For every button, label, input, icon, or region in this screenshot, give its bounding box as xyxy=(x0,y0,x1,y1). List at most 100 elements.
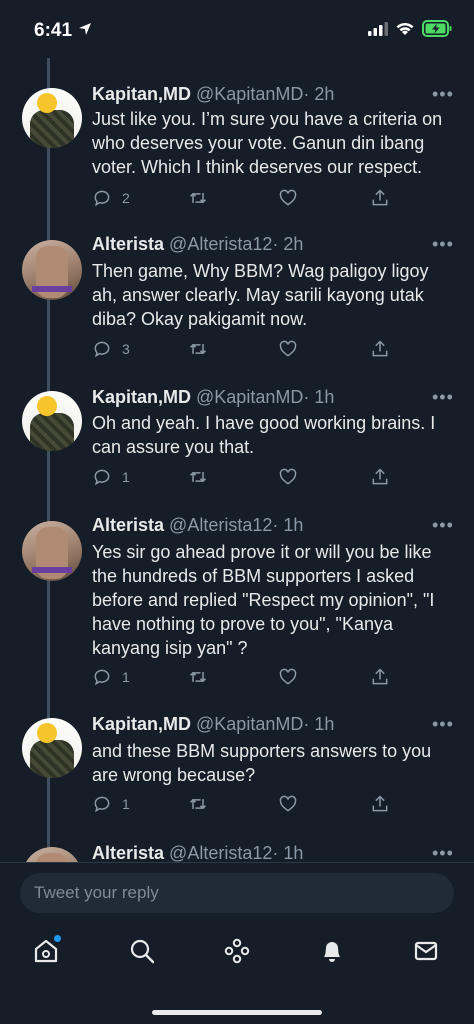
share-button[interactable] xyxy=(370,186,390,210)
reply-icon xyxy=(94,469,110,486)
location-arrow-icon xyxy=(79,23,91,35)
reply-button[interactable]: 1 xyxy=(92,665,130,689)
more-options-icon[interactable]: ••• xyxy=(432,234,454,255)
tweet-actions: 2 xyxy=(92,186,432,210)
tweet-text: Yes sir go ahead prove it or will you be… xyxy=(92,542,435,658)
like-button[interactable] xyxy=(278,665,298,689)
reply-box[interactable] xyxy=(20,873,454,913)
more-options-icon[interactable]: ••• xyxy=(432,515,454,536)
like-button[interactable] xyxy=(278,186,298,210)
more-options-icon[interactable]: ••• xyxy=(432,714,454,735)
retweet-button[interactable] xyxy=(188,465,208,489)
reply-icon xyxy=(94,341,110,358)
share-icon xyxy=(372,468,388,485)
avatar[interactable] xyxy=(22,718,82,778)
handle[interactable]: @KapitanMD xyxy=(196,714,303,734)
timestamp: · 1h xyxy=(272,843,304,862)
reply-count: 1 xyxy=(122,469,130,485)
share-icon xyxy=(372,189,388,206)
tweet-actions: 1 xyxy=(92,465,432,489)
share-icon xyxy=(372,795,388,812)
reply-button[interactable]: 3 xyxy=(92,337,130,361)
like-button[interactable] xyxy=(278,337,298,361)
tweet-actions: 3 xyxy=(92,337,432,361)
divider xyxy=(0,862,474,863)
tweet-header: Alterista @Alterista12· 1h xyxy=(92,843,303,862)
tweet-header: Kapitan,MD @KapitanMD· 2h xyxy=(92,84,334,105)
more-options-icon[interactable]: ••• xyxy=(432,84,454,105)
avatar[interactable] xyxy=(22,88,82,148)
retweet-icon xyxy=(189,343,207,355)
tweet[interactable]: Alterista @Alterista12· 1h ••• xyxy=(0,843,474,862)
display-name[interactable]: Alterista xyxy=(92,515,164,535)
spaces-icon xyxy=(224,938,250,964)
tweet-header: Alterista @Alterista12· 2h xyxy=(92,234,303,255)
reply-count: 3 xyxy=(122,341,130,357)
avatar[interactable] xyxy=(22,391,82,451)
handle[interactable]: @KapitanMD xyxy=(196,84,303,104)
more-options-icon[interactable]: ••• xyxy=(432,843,454,862)
retweet-button[interactable] xyxy=(188,186,208,210)
share-icon xyxy=(372,340,388,357)
reply-input[interactable] xyxy=(20,873,454,913)
share-button[interactable] xyxy=(370,665,390,689)
tweet-header: Kapitan,MD @KapitanMD· 1h xyxy=(92,714,334,735)
display-name[interactable]: Alterista xyxy=(92,234,164,254)
handle[interactable]: @Alterista12 xyxy=(169,843,272,862)
status-bar: 6:41 xyxy=(0,0,474,60)
share-button[interactable] xyxy=(370,465,390,489)
battery-charging-icon xyxy=(422,20,452,37)
avatar[interactable] xyxy=(22,521,82,581)
tweet-text: Oh and yeah. I have good working brains.… xyxy=(92,413,436,457)
more-options-icon[interactable]: ••• xyxy=(432,387,454,408)
handle[interactable]: @Alterista12 xyxy=(169,234,272,254)
heart-icon xyxy=(279,189,297,206)
wifi-icon xyxy=(396,22,414,35)
share-button[interactable] xyxy=(370,792,390,816)
reply-count: 2 xyxy=(122,190,130,206)
display-name[interactable]: Alterista xyxy=(92,843,164,862)
tab-search[interactable] xyxy=(126,935,158,967)
search-icon xyxy=(130,939,155,964)
display-name[interactable]: Kapitan,MD xyxy=(92,714,191,734)
retweet-button[interactable] xyxy=(188,792,208,816)
retweet-button[interactable] xyxy=(188,665,208,689)
home-indicator xyxy=(152,1010,322,1015)
display-name[interactable]: Kapitan,MD xyxy=(92,387,191,407)
retweet-icon xyxy=(189,671,207,683)
timestamp: · 1h xyxy=(303,387,335,407)
handle[interactable]: @KapitanMD xyxy=(196,387,303,407)
share-button[interactable] xyxy=(370,337,390,361)
tweet-actions: 1 xyxy=(92,665,432,689)
status-time: 6:41 xyxy=(34,20,73,41)
signal-icon xyxy=(368,22,388,36)
timestamp: · 2h xyxy=(303,84,335,104)
like-button[interactable] xyxy=(278,465,298,489)
retweet-button[interactable] xyxy=(188,337,208,361)
tab-spaces[interactable] xyxy=(221,935,253,967)
tweet-text: Just like you. I’m sure you have a crite… xyxy=(92,109,443,177)
reply-icon xyxy=(94,796,110,813)
tab-messages[interactable] xyxy=(410,935,442,967)
heart-icon xyxy=(279,468,297,485)
tweet-header: Alterista @Alterista12· 1h xyxy=(92,515,303,536)
notification-dot xyxy=(54,935,61,942)
display-name[interactable]: Kapitan,MD xyxy=(92,84,191,104)
timestamp: · 1h xyxy=(303,714,335,734)
tab-notifications[interactable] xyxy=(316,935,348,967)
retweet-icon xyxy=(189,471,207,483)
reply-button[interactable]: 2 xyxy=(92,186,130,210)
tweet-header: Kapitan,MD @KapitanMD· 1h xyxy=(92,387,334,408)
reply-button[interactable]: 1 xyxy=(92,465,130,489)
avatar[interactable] xyxy=(22,847,82,862)
handle[interactable]: @Alterista12 xyxy=(169,515,272,535)
reply-button[interactable]: 1 xyxy=(92,792,130,816)
like-button[interactable] xyxy=(278,792,298,816)
retweet-icon xyxy=(189,192,207,204)
heart-icon xyxy=(279,795,297,812)
avatar[interactable] xyxy=(22,240,82,300)
timestamp: · 1h xyxy=(272,515,304,535)
tab-bar xyxy=(0,925,474,985)
heart-icon xyxy=(279,668,297,685)
notifications-icon xyxy=(324,942,340,962)
